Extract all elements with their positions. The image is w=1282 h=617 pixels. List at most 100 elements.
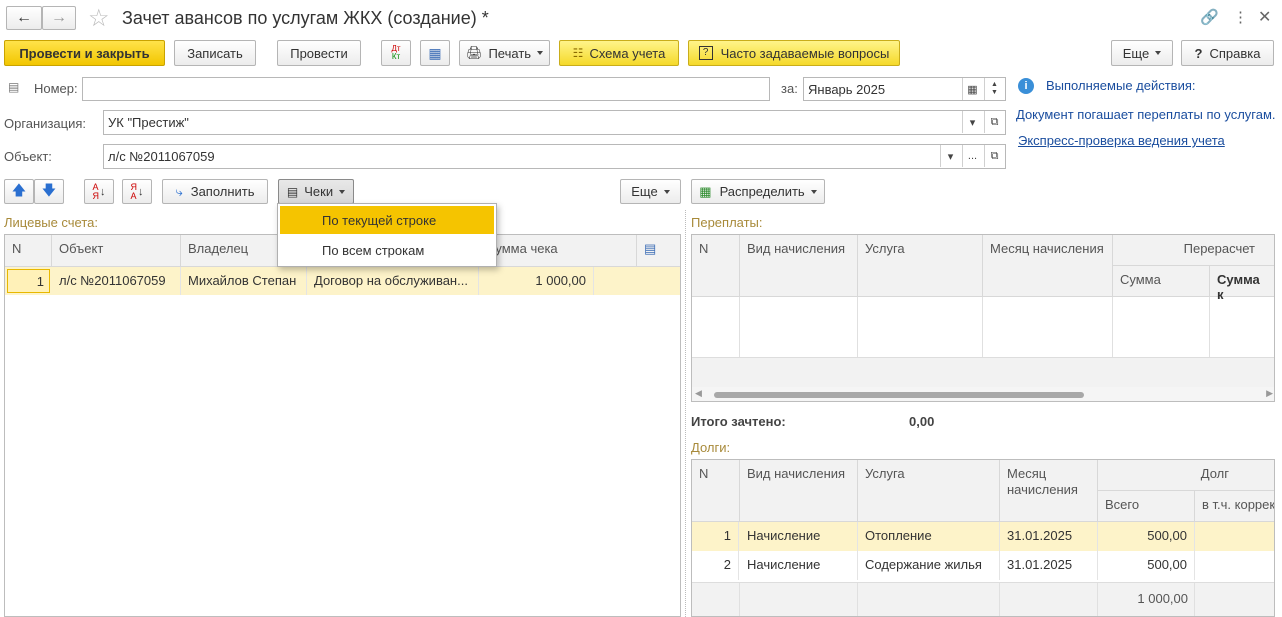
arrow-right-icon: → xyxy=(51,9,67,26)
scroll-right-icon[interactable]: ▶ xyxy=(1266,388,1273,399)
checks-menu: По текущей строке По всем строкам xyxy=(277,203,497,267)
left-more-button[interactable]: Еще xyxy=(620,179,681,204)
col-settings[interactable]: ▤ xyxy=(637,235,680,267)
select-icon[interactable]: ... xyxy=(962,145,982,167)
sort-asc-icon: АЯ xyxy=(92,181,100,201)
scroll-thumb[interactable] xyxy=(714,392,1084,398)
col-object[interactable]: Объект xyxy=(52,235,181,267)
chevron-down-icon xyxy=(1155,51,1162,55)
menu-item-current-row[interactable]: По текущей строке xyxy=(280,206,494,234)
help-icon: ? xyxy=(1194,45,1203,61)
move-down-button[interactable]: 🡇 xyxy=(34,179,64,204)
accounts-section-title: Лицевые счета: xyxy=(4,215,98,230)
structure-icon: ▦ xyxy=(428,44,442,61)
arrow-left-icon: ← xyxy=(16,9,32,26)
more-button[interactable]: Еще xyxy=(1111,40,1173,66)
dropdown-icon[interactable]: ▾ xyxy=(940,145,960,167)
debts-table[interactable]: N Вид начисления Услуга Месяц начисления… xyxy=(691,459,1275,617)
number-field[interactable] xyxy=(82,77,770,101)
col-month[interactable]: Месяц начисления xyxy=(1000,460,1098,522)
calendar-icon[interactable]: ▦ xyxy=(962,78,982,100)
col-service[interactable]: Услуга xyxy=(858,235,983,297)
distribute-button[interactable]: ▦ Распределить xyxy=(691,179,825,204)
faq-button[interactable]: ? Часто задаваемые вопросы xyxy=(688,40,900,66)
col-sum-k[interactable]: Сумма к xyxy=(1210,266,1274,302)
accounting-scheme-button[interactable]: ☷ Схема учета xyxy=(559,40,679,66)
table-row[interactable]: 1 Начисление Отопление 31.01.2025 500,00 xyxy=(692,522,1274,551)
link-icon[interactable]: 🔗 xyxy=(1200,8,1219,26)
save-button[interactable]: Записать xyxy=(174,40,256,66)
post-and-close-button[interactable]: Провести и закрыть xyxy=(4,40,165,66)
accounts-table[interactable]: N Объект Владелец Сумма чека ▤ 1 л/с №20… xyxy=(4,234,681,617)
structure-button[interactable]: ▦ xyxy=(420,40,450,66)
express-check-link[interactable]: Экспресс-проверка ведения учета xyxy=(1018,133,1225,148)
table-row[interactable]: 2 Начисление Содержание жилья 31.01.2025… xyxy=(692,551,1274,580)
question-icon: ? xyxy=(698,46,713,60)
back-button[interactable]: ← xyxy=(6,6,42,30)
chevron-down-icon xyxy=(339,189,346,194)
menu-item-all-rows[interactable]: По всем строкам xyxy=(280,236,494,264)
checks-button[interactable]: ▤ Чеки xyxy=(278,179,354,204)
col-charge-type[interactable]: Вид начисления xyxy=(740,460,858,522)
period-field[interactable]: Январь 2025 ▦ ▲ ▼ xyxy=(803,77,1006,101)
info-title: Выполняемые действия: xyxy=(1046,78,1196,93)
print-button[interactable]: 🖨 Печать xyxy=(459,40,550,66)
col-check-sum[interactable]: Сумма чека xyxy=(479,235,637,267)
col-all[interactable]: Всего xyxy=(1098,491,1195,522)
info-description: Документ погашает переплаты по услугам. xyxy=(1016,107,1276,122)
forward-button[interactable]: → xyxy=(42,6,76,30)
col-charge-type[interactable]: Вид начисления xyxy=(740,235,858,297)
row-object: л/с №2011067059 xyxy=(52,267,181,295)
horizontal-scrollbar[interactable]: ◀ ▶ xyxy=(692,387,1274,401)
sort-asc-button[interactable]: А Я ↓ xyxy=(84,179,114,204)
column-settings-icon: ▤ xyxy=(644,241,657,256)
move-up-button[interactable]: 🡅 xyxy=(4,179,34,204)
number-label: Номер: xyxy=(34,81,78,96)
post-button[interactable]: Провести xyxy=(277,40,361,66)
fill-arrow-icon: ⤷ xyxy=(175,183,183,199)
scroll-left-icon[interactable]: ◀ xyxy=(695,388,702,399)
table-row[interactable]: 1 л/с №2011067059 Михайлов Степан Догово… xyxy=(5,267,680,295)
receipt-printer-icon: ▤ xyxy=(286,184,299,199)
dropdown-icon[interactable]: ▾ xyxy=(962,111,982,133)
col-recalc[interactable]: Перерасчет xyxy=(1113,235,1274,266)
organization-field[interactable]: УК "Престиж" ▾ ⧉ xyxy=(103,110,1006,135)
chevron-down-icon xyxy=(537,51,544,55)
total-label: Итого зачтено: xyxy=(691,414,786,429)
star-icon[interactable]: ☆ xyxy=(88,4,110,33)
table-footer xyxy=(692,357,1274,387)
sort-desc-icon: ЯА xyxy=(130,181,138,201)
table-footer: 1 000,00 xyxy=(692,582,1274,616)
col-n[interactable]: N xyxy=(5,235,52,267)
col-n[interactable]: N xyxy=(692,235,740,297)
col-service[interactable]: Услуга xyxy=(858,460,1000,522)
fill-button[interactable]: ⤷ Заполнить xyxy=(162,179,268,204)
col-sum[interactable]: Сумма xyxy=(1113,266,1210,297)
close-icon[interactable]: ✕ xyxy=(1258,7,1271,27)
col-corr[interactable]: в т.ч. коррек xyxy=(1195,491,1274,522)
sort-desc-button[interactable]: Я А ↓ xyxy=(122,179,152,204)
open-icon[interactable]: ⧉ xyxy=(984,111,1004,133)
more-vert-icon[interactable]: ⋮ xyxy=(1233,8,1248,26)
dtkt-icon: Дт Кт xyxy=(391,44,401,61)
total-value: 0,00 xyxy=(909,414,935,429)
col-n[interactable]: N xyxy=(692,460,740,522)
object-field[interactable]: л/с №2011067059 ▾ ... ⧉ xyxy=(103,144,1006,169)
footer-total: 1 000,00 xyxy=(1137,591,1188,606)
panel-splitter[interactable] xyxy=(685,210,686,617)
row-owner: Михайлов Степан xyxy=(181,267,307,295)
open-icon[interactable]: ⧉ xyxy=(984,145,1004,167)
arrow-down-icon: 🡇 xyxy=(41,181,57,198)
row-contract: Договор на обслуживан... xyxy=(307,267,479,295)
overpay-table[interactable]: N Вид начисления Услуга Месяц начисления… xyxy=(691,234,1275,402)
dtkt-button[interactable]: Дт Кт xyxy=(381,40,411,66)
col-debt[interactable]: Долг xyxy=(1098,460,1274,491)
col-month[interactable]: Месяц начисления xyxy=(983,235,1113,297)
help-button[interactable]: ? Справка xyxy=(1181,40,1274,66)
printer-icon: 🖨 xyxy=(465,45,483,60)
row-n: 1 xyxy=(7,269,50,293)
row-sum: 1 000,00 xyxy=(479,267,594,295)
spin-button[interactable]: ▲ ▼ xyxy=(984,78,1004,100)
overpay-section-title: Переплаты: xyxy=(691,215,763,230)
debts-section-title: Долги: xyxy=(691,440,731,455)
